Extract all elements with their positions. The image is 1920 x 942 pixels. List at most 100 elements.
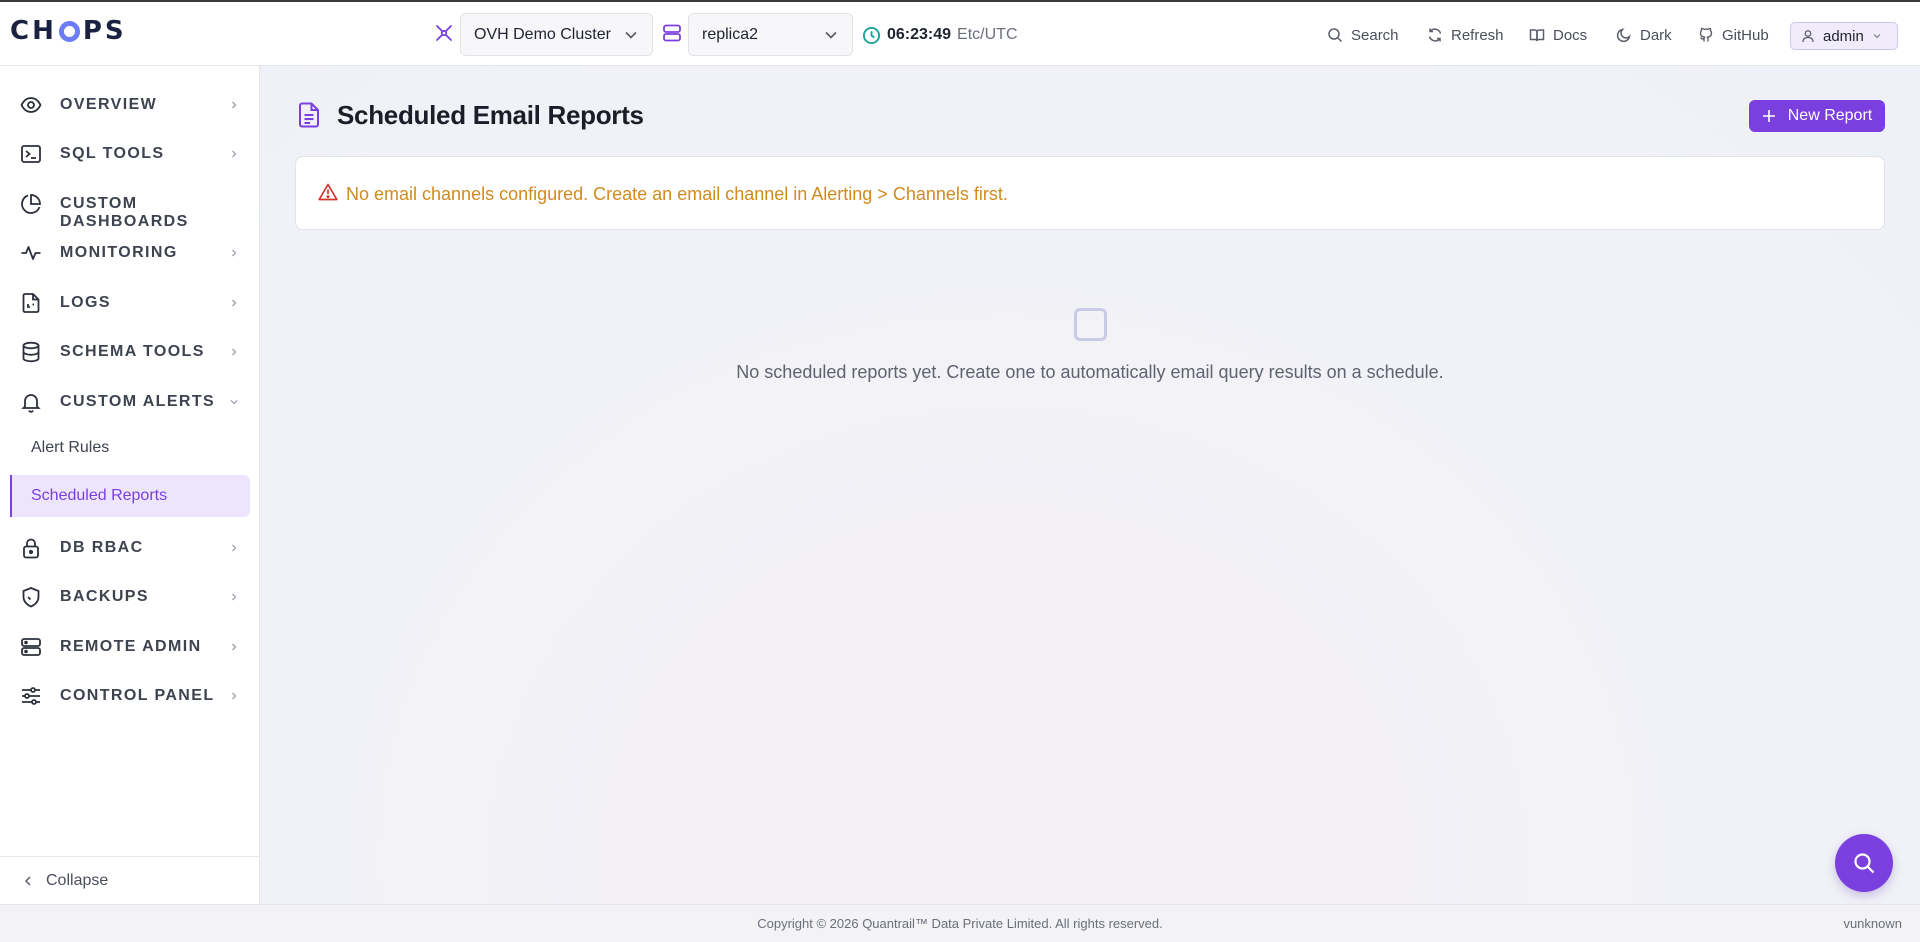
sidebar-item-label: CUSTOM DASHBOARDS (60, 195, 189, 230)
chevron-right-icon (229, 592, 239, 602)
new-report-button[interactable]: New Report (1749, 100, 1885, 132)
sidebar-item-db-rbac[interactable]: DB RBAC (0, 528, 259, 568)
search-icon (1852, 851, 1876, 875)
search-icon (1327, 27, 1343, 43)
collapse-label: Collapse (46, 871, 109, 889)
chevron-right-icon (229, 100, 239, 110)
sidebar-item-label: LOGS (60, 294, 111, 311)
chevron-right-icon (229, 298, 239, 308)
github-icon (1698, 27, 1714, 43)
sidebar-subitem-scheduled-reports[interactable]: Scheduled Reports (10, 475, 250, 517)
clock-time: 06:23:49 (887, 26, 952, 43)
sidebar-item-overview[interactable]: OVERVIEW (0, 85, 259, 125)
user-label: admin (1823, 27, 1864, 45)
sidebar-item-label: SCHEMA TOOLS (60, 343, 205, 360)
file-log-icon (20, 292, 42, 314)
sidebar-item-remote-admin[interactable]: REMOTE ADMIN (0, 627, 259, 667)
clock-timezone: Etc/UTC (957, 26, 1018, 43)
sidebar-item-label: SQL TOOLS (60, 145, 165, 162)
search-link[interactable]: Search (1327, 24, 1399, 46)
sidebar-item-custom-dashboards[interactable]: CUSTOM DASHBOARDS (0, 184, 259, 230)
main-content: Scheduled Email Reports New Report No em… (260, 66, 1920, 904)
new-report-label: New Report (1787, 107, 1873, 124)
sidebar-subitem-label: Alert Rules (31, 439, 110, 456)
sidebar-item-label: DB RBAC (60, 539, 144, 556)
warning-triangle-icon (318, 183, 338, 201)
github-label: GitHub (1722, 26, 1769, 44)
plus-icon (1762, 109, 1776, 123)
footer: Copyright © 2026 Quantrail™ Data Private… (0, 904, 1920, 942)
refresh-icon (1427, 27, 1443, 43)
chevron-right-icon (229, 248, 239, 258)
logo-text-left: CH (10, 16, 57, 46)
sidebar-item-monitoring[interactable]: MONITORING (0, 233, 259, 273)
chevron-left-icon (22, 875, 34, 887)
sidebar-collapse-button[interactable]: Collapse (0, 856, 259, 904)
server-icon (662, 23, 682, 43)
user-icon (1801, 29, 1815, 43)
cluster-select-value: OVH Demo Cluster (474, 25, 611, 43)
top-bar: CH PS OVH Demo Cluster replica2 06:23:49 (0, 0, 1920, 66)
cluster-icon (434, 23, 454, 43)
app-logo[interactable]: CH PS (10, 16, 127, 46)
footer-version: vunknown (1843, 916, 1902, 931)
server-icon (20, 636, 42, 658)
replica-select-value: replica2 (702, 25, 759, 43)
sidebar-item-schema-tools[interactable]: SCHEMA TOOLS (0, 332, 259, 372)
sidebar-item-label: CONTROL PANEL (60, 687, 215, 704)
refresh-button[interactable]: Refresh (1427, 24, 1504, 46)
lock-icon (20, 537, 42, 559)
book-icon (1529, 27, 1545, 43)
replica-select[interactable]: replica2 (688, 13, 853, 56)
github-link[interactable]: GitHub (1698, 24, 1769, 46)
chevron-down-icon (624, 28, 638, 42)
sidebar-item-label: OVERVIEW (60, 96, 158, 113)
clock-icon (862, 26, 881, 45)
pie-chart-icon (20, 193, 42, 215)
sidebar-item-sql-tools[interactable]: SQL TOOLS (0, 134, 259, 174)
sliders-icon (20, 685, 42, 707)
page-title: Scheduled Email Reports (337, 100, 644, 130)
sidebar-subitem-label: Scheduled Reports (31, 487, 168, 504)
moon-icon (1616, 27, 1632, 43)
server-clock: 06:23:49 Etc/UTC (862, 24, 1018, 46)
terminal-icon (20, 143, 42, 165)
sidebar-item-control-panel[interactable]: CONTROL PANEL (0, 676, 259, 716)
eye-icon (20, 94, 42, 116)
docs-link[interactable]: Docs (1529, 24, 1587, 46)
chevron-right-icon (229, 543, 239, 553)
alert-message: No email channels configured. Create an … (346, 184, 1008, 204)
database-icon (20, 341, 42, 363)
sidebar-item-label: REMOTE ADMIN (60, 638, 202, 655)
sidebar-item-logs[interactable]: LOGS (0, 283, 259, 323)
sidebar-item-label: CUSTOM ALERTS (60, 393, 216, 410)
theme-label: Dark (1640, 26, 1672, 44)
document-icon (298, 102, 320, 128)
logo-ring (58, 20, 80, 42)
cluster-select[interactable]: OVH Demo Cluster (460, 13, 653, 56)
chevron-right-icon (229, 149, 239, 159)
shield-icon (20, 586, 42, 608)
floating-search-button[interactable] (1835, 834, 1893, 892)
sidebar-item-label: MONITORING (60, 244, 178, 261)
search-label: Search (1351, 26, 1399, 44)
warning-alert: No email channels configured. Create an … (295, 156, 1885, 230)
sidebar-item-label: BACKUPS (60, 588, 149, 605)
sidebar-item-backups[interactable]: BACKUPS (0, 577, 259, 617)
sidebar: OVERVIEW SQL TOOLS CUSTOM DASHBOARDS MON… (0, 66, 260, 904)
activity-icon (20, 242, 42, 264)
chevron-right-icon (229, 347, 239, 357)
chevron-right-icon (229, 642, 239, 652)
docs-label: Docs (1553, 26, 1588, 44)
sidebar-subitem-alert-rules[interactable]: Alert Rules (10, 427, 250, 469)
footer-copyright: Copyright © 2026 Quantrail™ Data Private… (757, 916, 1163, 931)
empty-state-icon (1074, 308, 1107, 341)
sidebar-item-custom-alerts[interactable]: CUSTOM ALERTS (0, 382, 259, 422)
user-menu-button[interactable]: admin (1790, 22, 1898, 50)
refresh-label: Refresh (1451, 26, 1504, 44)
empty-state-message: No scheduled reports yet. Create one to … (736, 362, 1444, 382)
chevron-down-icon (1872, 31, 1882, 41)
bell-icon (20, 391, 42, 413)
logo-text-right: PS (82, 16, 127, 46)
theme-toggle[interactable]: Dark (1616, 24, 1672, 46)
